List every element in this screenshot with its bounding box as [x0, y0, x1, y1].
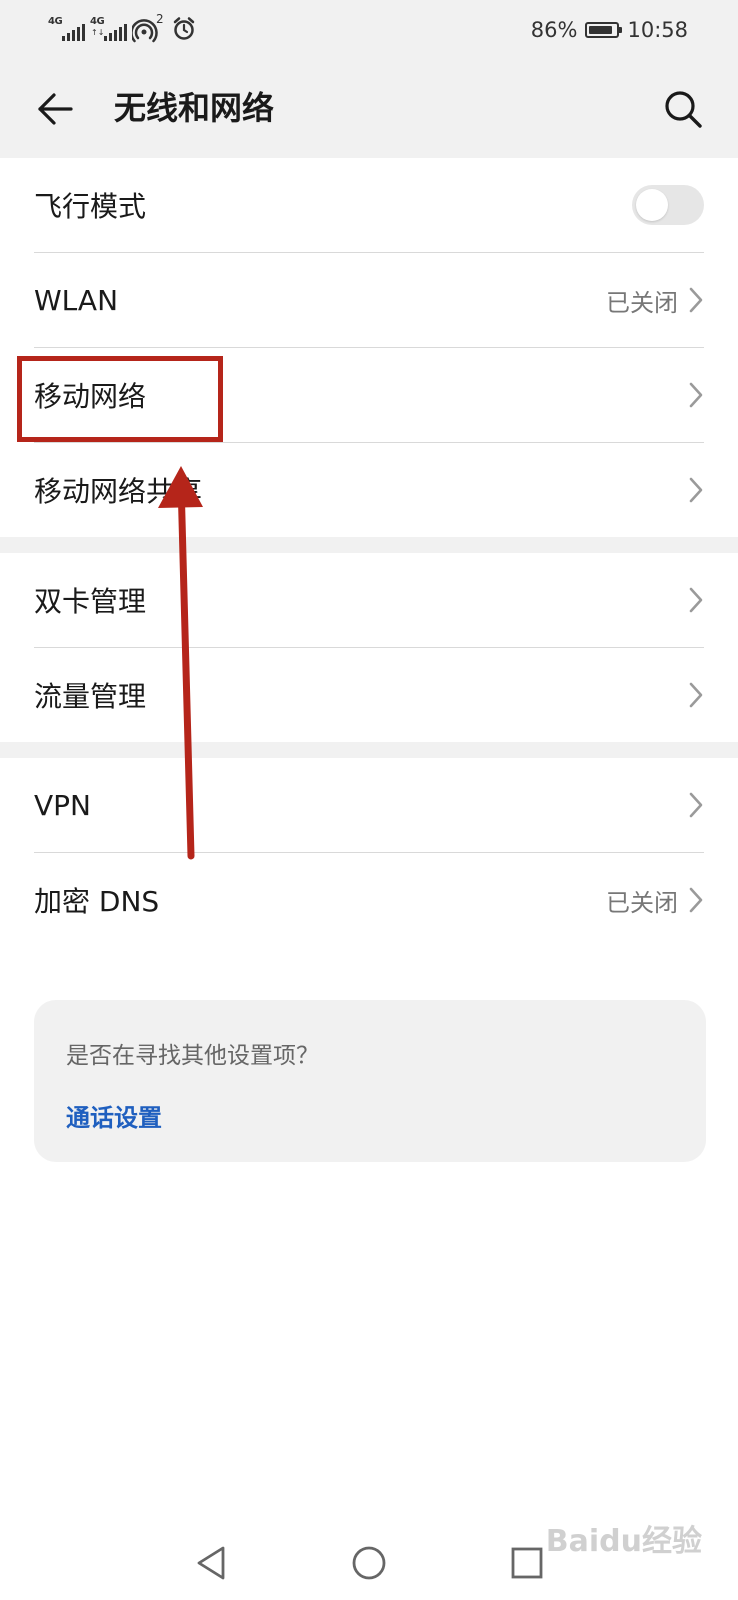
signal-network-type: 4G: [90, 16, 105, 27]
chevron-right-icon: [689, 287, 703, 313]
data-activity-arrows: ↑↓: [91, 28, 105, 37]
status-bar: 4G 4G ↑↓ 2 86% 10:58: [0, 0, 738, 60]
signal-bars: [104, 24, 127, 41]
row-right: 已关闭: [606, 283, 704, 318]
square-recents-icon: [511, 1547, 543, 1579]
battery-percent: 86%: [530, 18, 578, 42]
chevron-right-icon: [689, 792, 703, 818]
annotation-highlight-box: [17, 356, 223, 442]
toggle-knob: [636, 189, 668, 221]
dual-sim-row[interactable]: 双卡管理: [0, 553, 738, 647]
row-right: [688, 586, 704, 614]
data-usage-row[interactable]: 流量管理: [0, 648, 738, 742]
row-right: [632, 185, 704, 225]
status-bar-left: 4G 4G ↑↓ 2: [48, 12, 198, 46]
nav-back-button[interactable]: [186, 1538, 236, 1588]
hotspot-icon: 2: [132, 12, 164, 44]
airplane-mode-label: 飞行模式: [34, 190, 147, 223]
section-connections: 飞行模式 WLAN 已关闭 移动网络 移动网络共享: [0, 158, 738, 537]
row-right: [688, 791, 704, 819]
back-button[interactable]: [30, 84, 80, 134]
private-dns-label: 加密 DNS: [34, 885, 160, 918]
suggestion-question: 是否在寻找其他设置项？: [66, 1043, 319, 1069]
alarm-icon: [172, 16, 198, 44]
wlan-row[interactable]: WLAN 已关闭: [0, 253, 738, 347]
section-security: VPN 加密 DNS 已关闭: [0, 758, 738, 947]
data-usage-label: 流量管理: [34, 680, 147, 713]
wlan-label: WLAN: [34, 283, 119, 317]
call-settings-link[interactable]: 通话设置: [66, 1098, 162, 1133]
wlan-status: 已关闭: [606, 288, 678, 317]
private-dns-status: 已关闭: [606, 888, 678, 917]
chevron-right-icon: [689, 382, 703, 408]
search-icon: [665, 91, 702, 128]
circle-home-icon: [352, 1546, 386, 1580]
battery-icon: [585, 22, 623, 38]
mobile-hotspot-row[interactable]: 移动网络共享: [0, 443, 738, 537]
chevron-right-icon: [689, 587, 703, 613]
suggestion-card: 是否在寻找其他设置项？ 通话设置: [34, 1000, 706, 1162]
vpn-label: VPN: [34, 788, 91, 822]
section-sim: 双卡管理 流量管理: [0, 553, 738, 742]
triangle-back-icon: [197, 1546, 225, 1580]
page-title: 无线和网络: [114, 89, 275, 127]
nav-home-button[interactable]: [344, 1538, 394, 1588]
row-right: 已关闭: [606, 883, 704, 918]
app-header: 无线和网络: [0, 60, 738, 158]
signal-icon-sim2: 4G ↑↓: [90, 16, 127, 43]
signal-bars: [62, 24, 85, 41]
chevron-right-icon: [689, 477, 703, 503]
watermark-logo: Baidu经验: [545, 1524, 702, 1559]
airplane-mode-row[interactable]: 飞行模式: [0, 158, 738, 252]
section-gap: [0, 537, 738, 553]
nav-recents-button[interactable]: [502, 1538, 552, 1588]
row-right: [688, 681, 704, 709]
row-right: [688, 381, 704, 409]
search-button[interactable]: [658, 84, 708, 134]
chevron-right-icon: [689, 887, 703, 913]
dual-sim-label: 双卡管理: [34, 585, 147, 618]
clock: 10:58: [627, 18, 688, 42]
vpn-row[interactable]: VPN: [0, 758, 738, 852]
battery-fill: [589, 26, 612, 34]
hotspot-connection-count: 2: [156, 12, 164, 26]
signal-network-type: 4G: [48, 16, 63, 27]
row-right: [688, 476, 704, 504]
signal-icon-sim1: 4G: [48, 16, 85, 43]
airplane-mode-toggle[interactable]: [632, 185, 704, 225]
status-bar-right: 86% 10:58: [531, 14, 688, 46]
chevron-right-icon: [689, 682, 703, 708]
section-gap: [0, 742, 738, 758]
private-dns-row[interactable]: 加密 DNS 已关闭: [0, 853, 738, 947]
arrow-left-icon: [38, 93, 73, 125]
mobile-hotspot-label: 移动网络共享: [34, 475, 203, 508]
